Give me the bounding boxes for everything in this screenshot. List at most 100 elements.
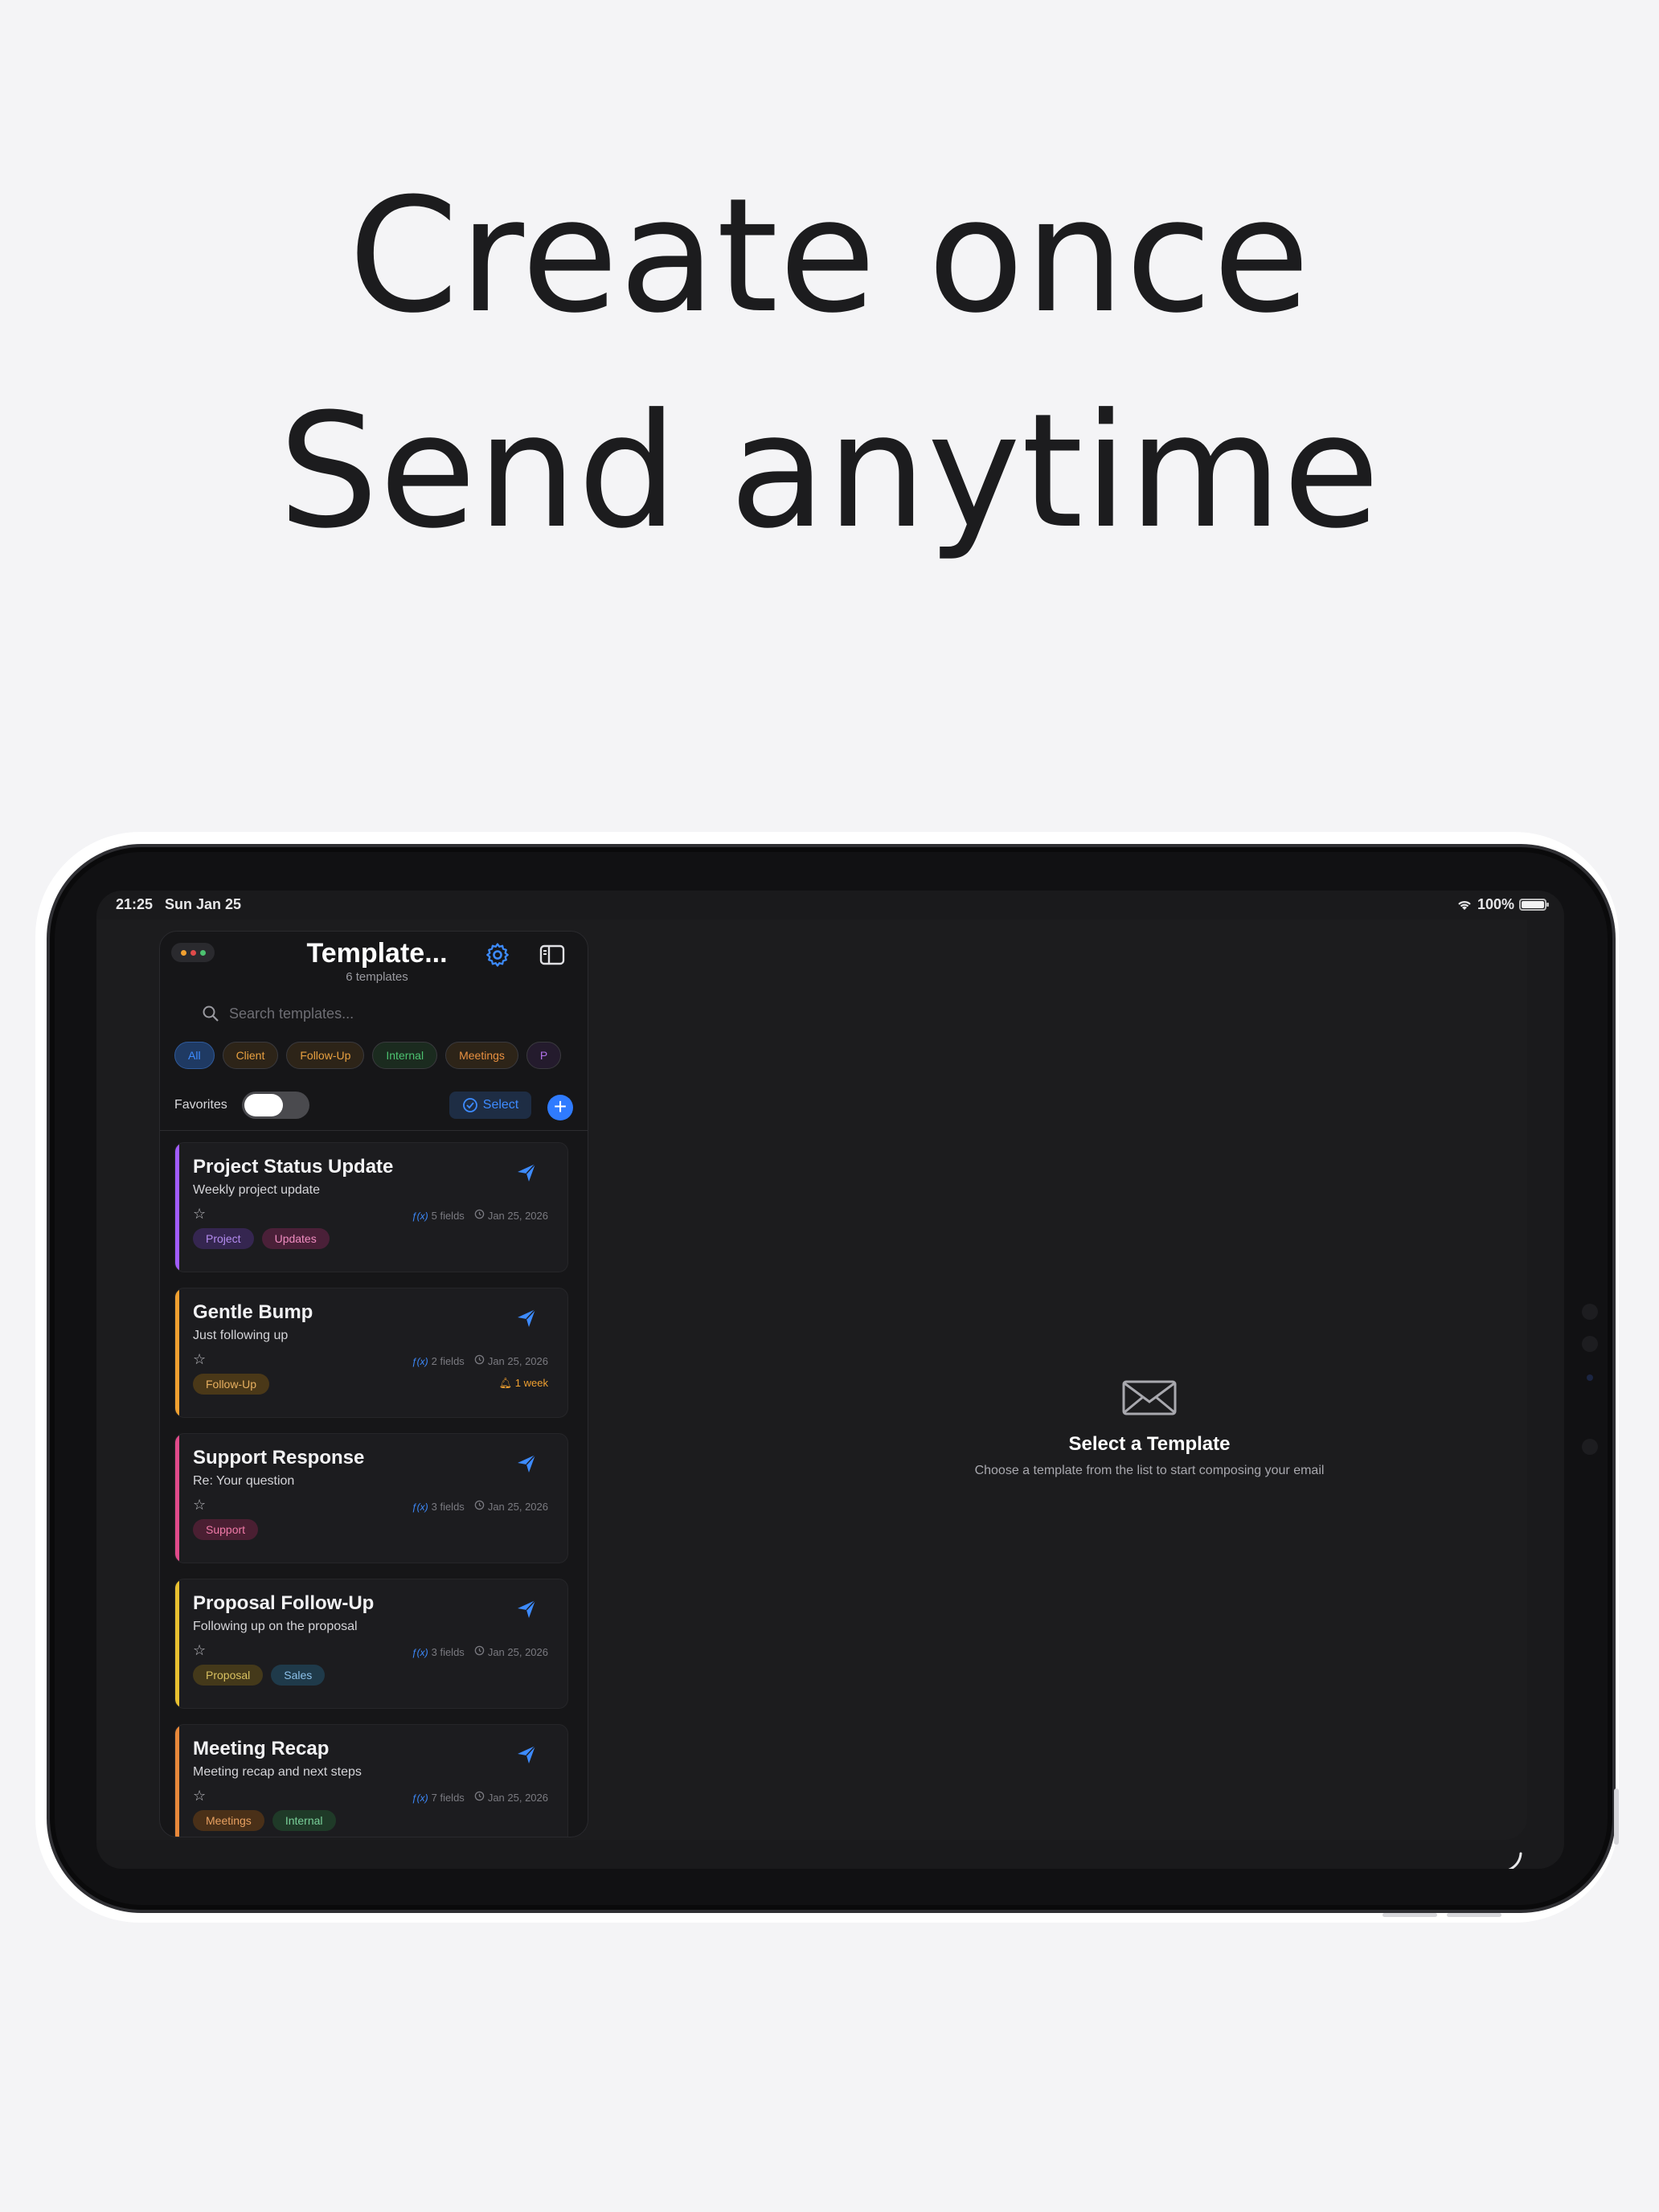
window-controls[interactable]: [171, 943, 215, 962]
clock-icon: [474, 1500, 485, 1513]
sidebar-toggle-icon[interactable]: [539, 943, 565, 967]
checkmark-circle-icon: [462, 1098, 477, 1112]
star-icon[interactable]: ☆: [193, 1642, 206, 1659]
card-meta: ƒ(x) 2 fields Jan 25, 2026: [412, 1354, 548, 1367]
empty-state: Select a Template Choose a template from…: [820, 1378, 1479, 1478]
ipad-screen: 21:25 Sun Jan 25 100% Select a Template …: [96, 891, 1564, 1869]
card-meta: ƒ(x) 7 fields Jan 25, 2026: [412, 1791, 548, 1804]
card-accent-bar: [175, 1143, 179, 1272]
favorites-toggle[interactable]: [242, 1092, 309, 1119]
card-tags: Proposal Sales: [193, 1665, 326, 1686]
battery-icon: [1519, 899, 1549, 911]
card-title: Meeting Recap: [193, 1738, 330, 1759]
card-tags: Support: [193, 1519, 259, 1540]
card-date: Jan 25, 2026: [474, 1791, 548, 1804]
star-icon[interactable]: ☆: [193, 1497, 206, 1514]
template-list: Project Status Update Weekly project upda…: [174, 1142, 576, 1837]
card-title: Support Response: [193, 1447, 365, 1469]
star-icon[interactable]: ☆: [193, 1206, 206, 1223]
card-description: Meeting recap and next steps: [193, 1765, 362, 1779]
sidebar-title: Template...: [306, 938, 448, 969]
tag-project[interactable]: Project: [193, 1228, 254, 1249]
template-card[interactable]: Proposal Follow-Up Following up on the pr…: [174, 1579, 568, 1709]
template-card[interactable]: Support Response Re: Your question ☆ ƒ(x) 3…: [174, 1433, 568, 1563]
send-icon[interactable]: [514, 1452, 539, 1476]
clock-icon: [474, 1354, 485, 1367]
status-bar: 21:25 Sun Jan 25 100%: [96, 891, 1564, 920]
search-icon: [203, 1006, 219, 1022]
resize-handle-icon[interactable]: [1495, 1844, 1527, 1869]
reminder-badge: 🔔︎ 1 week: [498, 1377, 548, 1389]
card-date: Jan 25, 2026: [474, 1354, 548, 1367]
tag-sales[interactable]: Sales: [271, 1665, 326, 1686]
card-date: Jan 25, 2026: [474, 1500, 548, 1513]
chip-meetings[interactable]: Meetings: [445, 1042, 518, 1069]
send-icon[interactable]: [514, 1161, 539, 1185]
favorites-row: Favorites Select +: [174, 1088, 573, 1124]
select-label: Select: [482, 1098, 519, 1112]
star-icon[interactable]: ☆: [193, 1788, 206, 1804]
star-icon[interactable]: ☆: [193, 1351, 206, 1368]
card-title: Proposal Follow-Up: [193, 1592, 375, 1614]
category-chips: All Client Follow-Up Internal Meetings P: [174, 1042, 576, 1069]
card-tags: Follow-Up: [193, 1374, 270, 1395]
card-accent-bar: [175, 1725, 179, 1837]
tag-updates[interactable]: Updates: [261, 1228, 330, 1249]
fields-count: ƒ(x) 2 fields: [411, 1354, 465, 1367]
tag-internal[interactable]: Internal: [272, 1810, 336, 1831]
battery-percent: 100%: [1477, 896, 1514, 912]
card-description: Re: Your question: [193, 1474, 295, 1488]
chip-p[interactable]: P: [526, 1042, 562, 1069]
headline-line-2: Send anytime: [278, 380, 1381, 563]
card-description: Weekly project update: [193, 1183, 321, 1197]
card-title: Gentle Bump: [193, 1301, 313, 1323]
template-card[interactable]: Project Status Update Weekly project upda…: [174, 1142, 568, 1272]
card-accent-bar: [175, 1288, 179, 1417]
card-meta: ƒ(x) 5 fields Jan 25, 2026: [412, 1209, 548, 1222]
chip-client[interactable]: Client: [222, 1042, 279, 1069]
fields-count: ƒ(x) 3 fields: [411, 1645, 465, 1658]
divider: [160, 1130, 588, 1131]
card-meta: ƒ(x) 3 fields Jan 25, 2026: [412, 1500, 548, 1513]
card-description: Following up on the proposal: [193, 1620, 358, 1633]
function-icon: ƒ(x): [411, 1210, 428, 1222]
chip-internal[interactable]: Internal: [372, 1042, 438, 1069]
card-date: Jan 25, 2026: [474, 1209, 548, 1222]
send-icon[interactable]: [514, 1306, 539, 1330]
search-input[interactable]: Search templates...: [202, 996, 555, 1031]
top-button-2: [1447, 1913, 1501, 1917]
empty-state-subtitle: Choose a template from the list to start…: [974, 1464, 1325, 1477]
tag-follow-up[interactable]: Follow-Up: [193, 1374, 270, 1395]
card-accent-bar: [175, 1434, 179, 1563]
tag-meetings[interactable]: Meetings: [193, 1810, 264, 1831]
gear-icon[interactable]: [484, 941, 511, 969]
envelope-icon: [1122, 1380, 1177, 1415]
card-meta: ƒ(x) 3 fields Jan 25, 2026: [412, 1645, 548, 1658]
card-tags: Meetings Internal: [193, 1810, 336, 1831]
top-button-1: [1382, 1913, 1437, 1917]
template-card[interactable]: Meeting Recap Meeting recap and next step…: [174, 1724, 568, 1837]
add-template-button[interactable]: +: [547, 1095, 573, 1120]
function-icon: ƒ(x): [411, 1501, 428, 1513]
empty-state-title: Select a Template: [1068, 1433, 1231, 1455]
chip-follow-up[interactable]: Follow-Up: [286, 1042, 365, 1069]
chip-all[interactable]: All: [174, 1042, 215, 1069]
status-time: 21:25: [116, 896, 154, 912]
clock-icon: [474, 1645, 485, 1658]
clock-icon: [474, 1209, 485, 1222]
card-description: Just following up: [193, 1329, 289, 1342]
clock-icon: [474, 1791, 485, 1804]
tag-proposal[interactable]: Proposal: [193, 1665, 264, 1686]
send-icon[interactable]: [514, 1597, 539, 1621]
select-button[interactable]: Select: [449, 1092, 531, 1119]
favorites-label: Favorites: [174, 1098, 227, 1112]
headline: Create once Send anytime: [0, 149, 1659, 580]
wifi-icon: [1458, 900, 1471, 910]
fields-count: ƒ(x) 5 fields: [411, 1209, 465, 1222]
search-placeholder: Search templates...: [229, 1005, 354, 1022]
card-tags: Project Updates: [193, 1228, 330, 1249]
tag-support[interactable]: Support: [193, 1519, 259, 1540]
template-card[interactable]: Gentle Bump Just following up ☆ ƒ(x) 2 fiel…: [174, 1288, 568, 1418]
card-accent-bar: [175, 1579, 179, 1708]
send-icon[interactable]: [514, 1743, 539, 1767]
